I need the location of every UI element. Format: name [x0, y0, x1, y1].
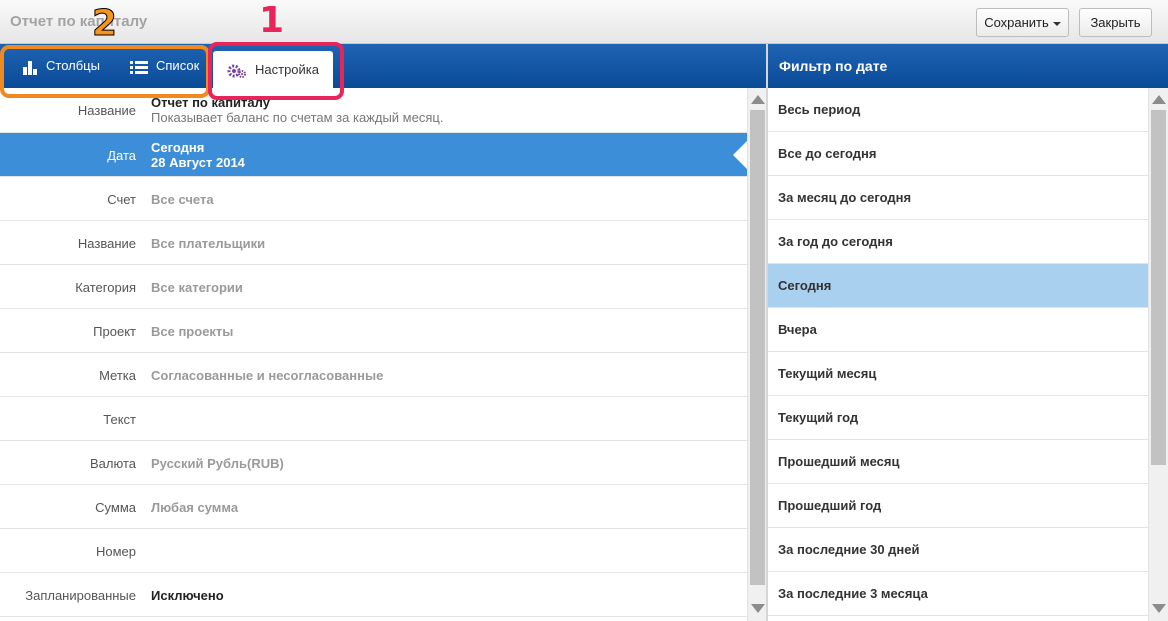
filter-scrollbar[interactable]	[1148, 88, 1168, 621]
date-filter-option[interactable]: Сегодня	[768, 264, 1148, 308]
settings-row-label: Название	[77, 103, 136, 118]
date-filter-option[interactable]: За последние 30 дней	[768, 528, 1148, 572]
scroll-down-icon[interactable]	[751, 604, 765, 613]
scrollbar-thumb[interactable]	[1151, 110, 1166, 465]
scroll-up-icon[interactable]	[1152, 95, 1166, 104]
date-filter-option[interactable]: Прошедший месяц	[768, 440, 1148, 484]
settings-row-label: Счет	[107, 192, 136, 207]
settings-row-value-secondary: Показывает баланс по счетам за каждый ме…	[151, 110, 444, 125]
settings-row[interactable]: Название Отчет по капиталу Показывает бала…	[0, 88, 747, 133]
settings-row-label: Сумма	[95, 500, 136, 515]
settings-row-value: Согласованные и несогласованные	[151, 368, 384, 383]
settings-row-label: Номер	[95, 544, 136, 559]
date-filter-option[interactable]: За последние 3 месяца	[768, 572, 1148, 616]
scroll-down-icon[interactable]	[1152, 604, 1166, 613]
settings-row-label: Метка	[99, 368, 136, 383]
date-filter-option[interactable]: Прошедший год	[768, 484, 1148, 528]
settings-row-value: Любая сумма	[151, 500, 239, 515]
selection-pointer	[733, 141, 747, 169]
settings-row-value: Сегодня 28 Август 2014	[151, 140, 245, 170]
settings-row[interactable]: Название Все плательщики	[0, 221, 747, 265]
save-button[interactable]: Сохранить	[976, 8, 1069, 37]
title-bar: Отчет по капиталу Сохранить Закрыть	[0, 0, 1168, 44]
save-button-label: Сохранить	[984, 15, 1049, 30]
scrollbar-thumb[interactable]	[750, 110, 765, 585]
settings-row[interactable]: Дата Сегодня 28 Август 2014	[0, 133, 747, 177]
date-filter-option[interactable]: Вчера	[768, 308, 1148, 352]
settings-row[interactable]: Текст	[0, 397, 747, 441]
caret-down-icon	[1052, 21, 1061, 26]
settings-row-value-primary: Отчет по капиталу	[151, 95, 270, 110]
date-filter-title: Фильтр по дате	[768, 44, 1168, 88]
settings-row[interactable]: Валюта Русский Рубль(RUB)	[0, 441, 747, 485]
date-filter-list: Весь период Все до сегодня За месяц до сег…	[768, 88, 1148, 621]
date-filter-option[interactable]: Текущий год	[768, 396, 1148, 440]
settings-row-value: Все плательщики	[151, 236, 266, 251]
settings-row[interactable]: Счет Все счета	[0, 177, 747, 221]
settings-row-value: Все счета	[151, 192, 214, 207]
scroll-up-icon[interactable]	[751, 95, 765, 104]
settings-row-value: Отчет по капиталу Показывает баланс по сч…	[151, 95, 443, 125]
settings-row[interactable]: Метка Согласованные и несогласованные	[0, 353, 747, 397]
settings-row[interactable]: Категория Все категории	[0, 265, 747, 309]
settings-row-label: Название	[77, 236, 136, 251]
settings-row-value-primary: Сегодня	[151, 140, 205, 155]
settings-row-label: Дата	[107, 148, 136, 163]
annotation-number-2: 2	[91, 3, 118, 44]
annotation-number-1: 1	[259, 0, 285, 41]
close-button[interactable]: Закрыть	[1079, 8, 1152, 37]
date-filter-option[interactable]: За месяц до сегодня	[768, 176, 1148, 220]
settings-row-value: Русский Рубль(RUB)	[151, 456, 284, 471]
date-filter-option[interactable]: Весь период	[768, 88, 1148, 132]
settings-row[interactable]: Проект Все проекты	[0, 309, 747, 353]
settings-row[interactable]: Номер	[0, 529, 747, 573]
settings-row[interactable]: Запланированные Исключено	[0, 573, 747, 617]
window-title: Отчет по капиталу	[10, 13, 148, 30]
settings-row-label: Валюта	[90, 456, 136, 471]
settings-form: Название Отчет по капиталу Показывает бала…	[0, 88, 747, 621]
date-filter-option[interactable]: Текущий месяц	[768, 352, 1148, 396]
settings-row-label: Категория	[75, 280, 136, 295]
settings-row[interactable]: Сумма Любая сумма	[0, 485, 747, 529]
settings-row-value-secondary: 28 Август 2014	[151, 155, 245, 170]
settings-row-label: Запланированные	[25, 588, 136, 603]
date-filter-option[interactable]: Все до сегодня	[768, 132, 1148, 176]
settings-row-value: Все категории	[151, 280, 243, 295]
settings-row-value: Все проекты	[151, 324, 234, 339]
settings-row-label: Проект	[93, 324, 136, 339]
date-filter-option[interactable]: За год до сегодня	[768, 220, 1148, 264]
settings-scrollbar[interactable]	[747, 88, 767, 621]
settings-row-label: Текст	[103, 412, 136, 427]
settings-row-value: Исключено	[151, 588, 224, 603]
